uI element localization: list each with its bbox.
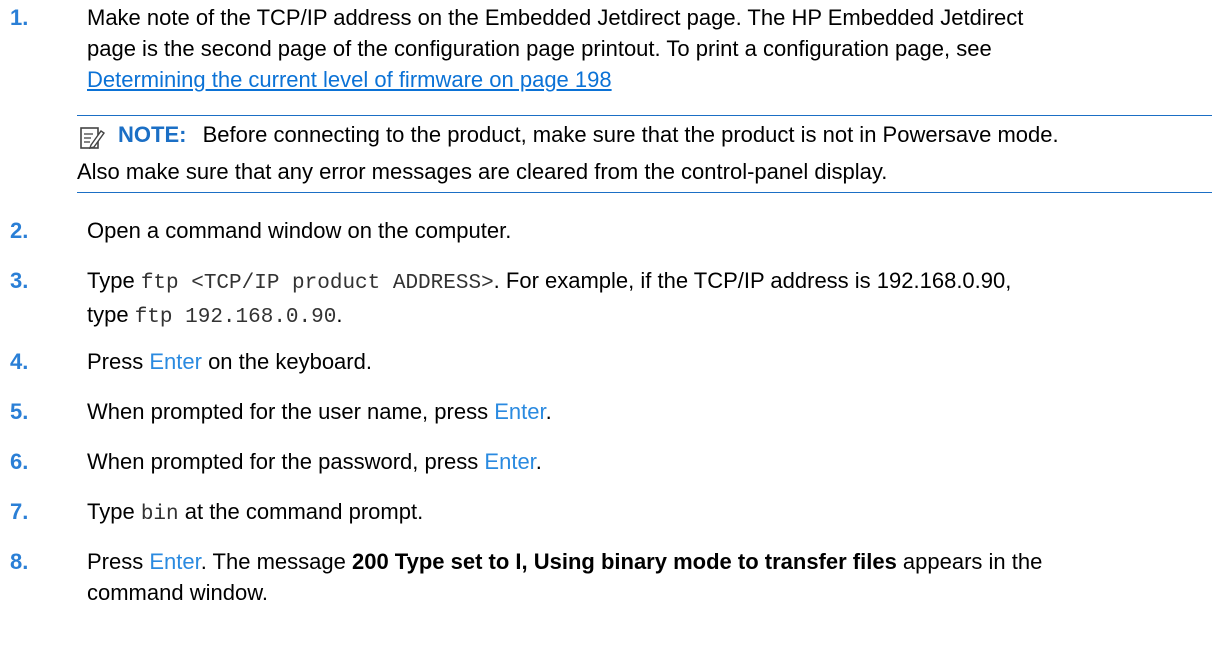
step-6: 6. When prompted for the password, press… (10, 446, 1210, 477)
step-number: 4. (10, 349, 29, 374)
ftp-command-code: ftp <TCP/IP product ADDRESS> (140, 272, 494, 295)
step-7-text: Type (87, 499, 141, 524)
step-4-text: on the keyboard. (201, 349, 372, 374)
binary-mode-message: 200 Type set to I, Using binary mode to … (351, 549, 897, 574)
step-3-text: . For example, if the TCP/IP address is … (493, 268, 1012, 293)
note-text-line-2: Also make sure that any error messages a… (77, 159, 888, 184)
step-8-text: . The message (200, 549, 352, 574)
step-8-text: Press (87, 549, 150, 574)
step-2-text: Open a command window on the computer. (87, 218, 512, 243)
step-1: 1. Make note of the TCP/IP address on th… (10, 2, 1210, 95)
step-3: 3. Type ftp <TCP/IP product ADDRESS>. Fo… (10, 265, 1210, 333)
step-1-text-line-1: Make note of the TCP/IP address on the E… (87, 5, 1024, 30)
step-number: 7. (10, 499, 29, 524)
step-4: 4. Press Enter on the keyboard. (10, 346, 1210, 377)
step-4-text: Press (87, 349, 150, 374)
ftp-example-code: ftp 192.168.0.90 (134, 306, 337, 329)
enter-key-label: Enter (149, 349, 202, 374)
note-box: NOTE: Before connecting to the product, … (77, 115, 1212, 193)
step-6-text: When prompted for the password, press (87, 449, 485, 474)
step-5-text: . (545, 399, 552, 424)
enter-key-label: Enter (149, 549, 201, 574)
step-5: 5. When prompted for the user name, pres… (10, 396, 1210, 427)
step-7: 7. Type bin at the command prompt. (10, 496, 1210, 530)
enter-key-label: Enter (484, 449, 536, 474)
step-number: 6. (10, 449, 29, 474)
step-5-text: When prompted for the user name, press (87, 399, 495, 424)
step-8-text-line-2: command window. (87, 580, 268, 605)
step-2: 2. Open a command window on the computer… (10, 215, 1210, 246)
enter-key-label: Enter (494, 399, 546, 424)
note-text-line-1: Before connecting to the product, make s… (202, 122, 1059, 147)
step-6-text: . (535, 449, 542, 474)
step-number: 1. (10, 5, 29, 30)
step-7-text: at the command prompt. (178, 499, 424, 524)
step-3-text: type (87, 302, 135, 327)
step-number: 2. (10, 218, 29, 243)
step-3-text: . (336, 302, 343, 327)
bin-command-code: bin (140, 503, 179, 526)
step-8-text: appears in the (896, 549, 1043, 574)
note-label: NOTE: (118, 122, 187, 147)
firmware-level-link[interactable]: Determining the current level of firmwar… (87, 67, 612, 92)
step-3-text: Type (87, 268, 141, 293)
step-number: 5. (10, 399, 29, 424)
step-number: 3. (10, 268, 29, 293)
step-number: 8. (10, 549, 29, 574)
step-1-text-line-2: page is the second page of the configura… (87, 36, 992, 61)
note-pencil-icon (80, 127, 105, 149)
step-8: 8. Press Enter. The message 200 Type set… (10, 546, 1210, 608)
